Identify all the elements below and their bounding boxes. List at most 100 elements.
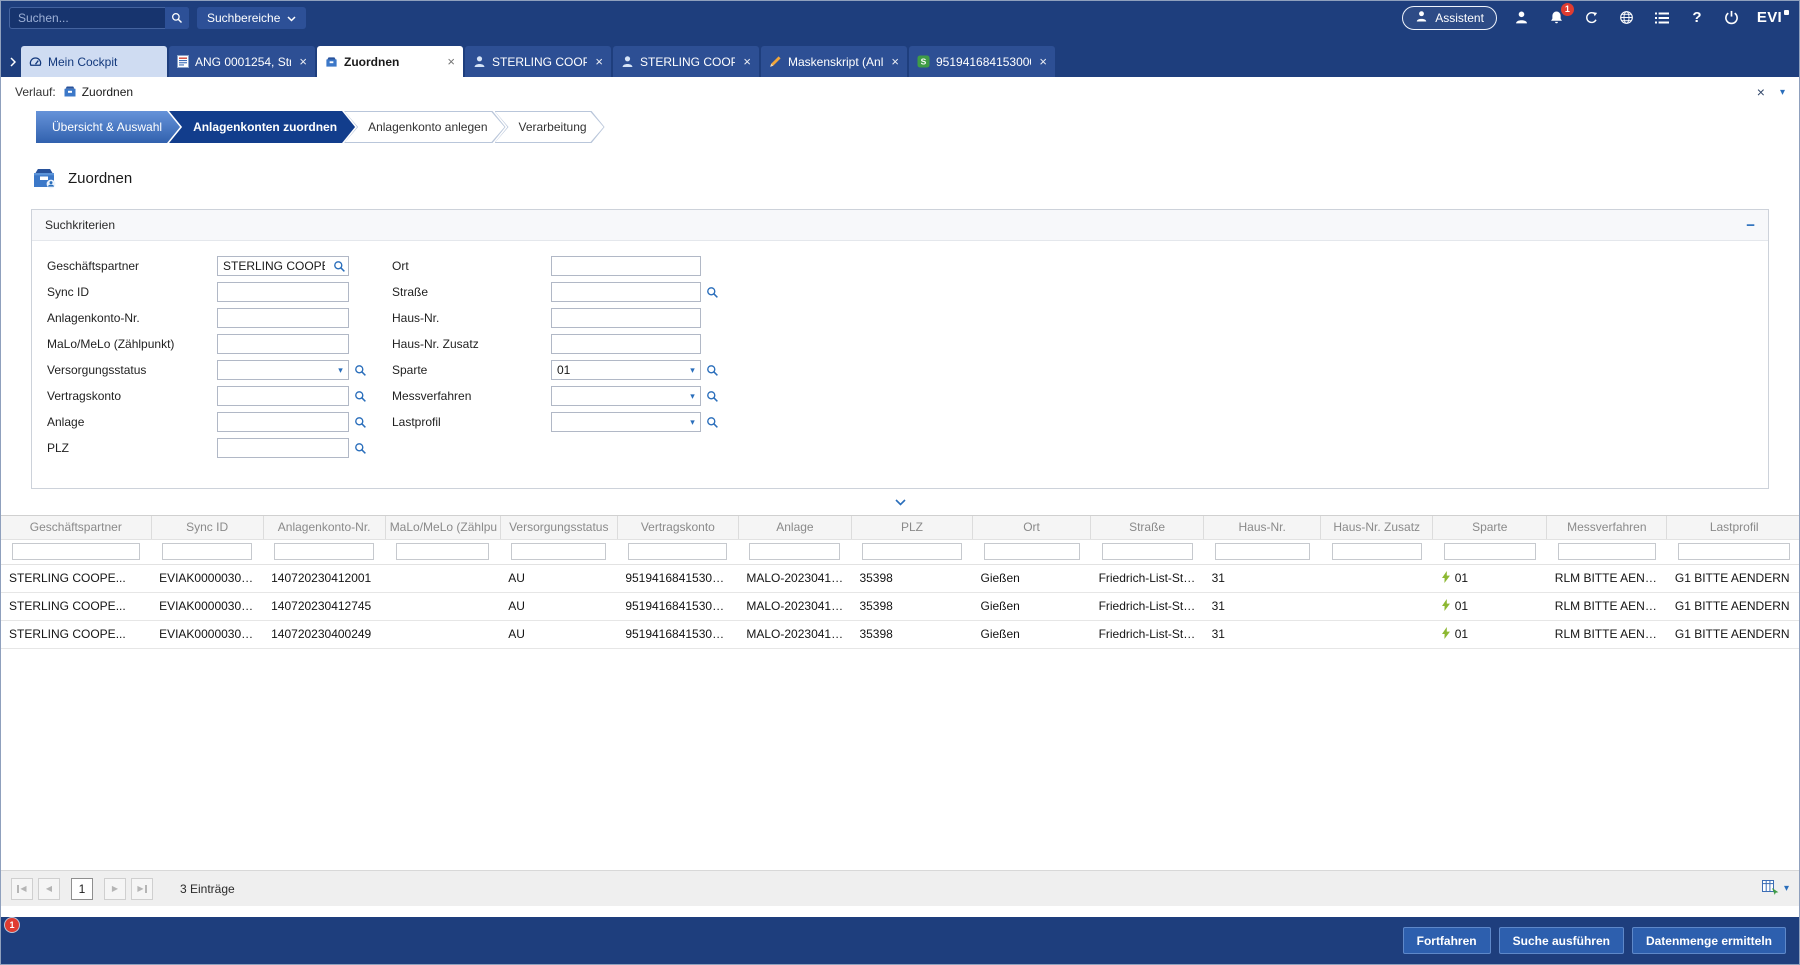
lookup-icon[interactable] (706, 390, 719, 403)
tab-mein-cockpit[interactable]: Mein Cockpit (21, 46, 167, 77)
tab-zuordnen[interactable]: Zuordnen× (317, 46, 463, 77)
column-filter-input[interactable] (1102, 543, 1193, 560)
notifications-icon[interactable]: 1 (1547, 8, 1567, 28)
redo-icon[interactable] (1582, 8, 1602, 28)
column-filter-input[interactable] (1678, 543, 1790, 560)
column-filter-input[interactable] (396, 543, 489, 560)
close-icon[interactable]: × (1037, 54, 1049, 69)
wizard-step-verarbeitung[interactable]: Verarbeitung (495, 111, 605, 143)
column-header[interactable]: Geschäftspartner (1, 516, 151, 539)
lookup-icon[interactable] (706, 286, 719, 299)
column-header[interactable]: Versorgungsstatus (500, 516, 617, 539)
stra-e-input[interactable] (552, 283, 700, 301)
column-header[interactable]: Vertragskonto (617, 516, 738, 539)
column-header[interactable]: Anlage (738, 516, 851, 539)
first-page-button[interactable]: ◀ (11, 878, 33, 900)
column-header[interactable]: Anlagenkonto-Nr. (263, 516, 385, 539)
close-icon[interactable]: × (297, 54, 309, 69)
continue-button[interactable]: Fortfahren (1403, 927, 1491, 954)
close-icon[interactable]: × (445, 54, 457, 69)
export-button[interactable]: ▾ (1762, 880, 1789, 898)
column-header[interactable]: MaLo/MeLo (Zählpu (385, 516, 500, 539)
column-filter-input[interactable] (511, 543, 606, 560)
sparte-input[interactable] (552, 361, 685, 379)
collapse-panel-button[interactable]: − (1746, 218, 1755, 233)
lookup-icon[interactable] (354, 416, 367, 429)
next-page-button[interactable]: ▶ (104, 878, 126, 900)
column-filter-input[interactable] (1558, 543, 1656, 560)
column-header[interactable]: PLZ (851, 516, 972, 539)
current-page-button[interactable]: 1 (71, 878, 93, 900)
tab-sterling-cooper-1[interactable]: STERLING COOPER G...× (465, 46, 611, 77)
history-item[interactable]: Zuordnen (63, 84, 133, 101)
column-header[interactable]: Straße (1091, 516, 1204, 539)
column-filter-input[interactable] (162, 543, 252, 560)
plz-input[interactable] (218, 439, 348, 457)
dropdown-arrow-icon[interactable]: ▾ (685, 413, 700, 431)
help-icon[interactable]: ? (1687, 8, 1707, 28)
wizard-step-anlagenkonten-zuordnen[interactable]: Anlagenkonten zuordnen (169, 111, 355, 143)
chevron-down-icon[interactable]: ▾ (1780, 87, 1785, 98)
column-header[interactable]: Sync ID (151, 516, 263, 539)
anlagenkonto-nr-input[interactable] (218, 309, 348, 327)
column-filter-input[interactable] (274, 543, 374, 560)
column-filter-input[interactable] (628, 543, 727, 560)
wizard-step-uebersicht-auswahl[interactable]: Übersicht & Auswahl (36, 111, 180, 143)
global-search-input[interactable] (9, 7, 189, 29)
column-filter-input[interactable] (1332, 543, 1422, 560)
tab-sterling-cooper-2[interactable]: STERLING COOPER G...× (613, 46, 759, 77)
dropdown-arrow-icon[interactable]: ▾ (333, 361, 348, 379)
column-header[interactable]: Messverfahren (1547, 516, 1667, 539)
last-page-button[interactable]: ▶ (131, 878, 153, 900)
list-icon[interactable] (1652, 8, 1672, 28)
wizard-step-anlagenkonto-anlegen[interactable]: Anlagenkonto anlegen (344, 111, 505, 143)
tab-ang-0001254[interactable]: ANG 0001254, Stroml...× (169, 46, 315, 77)
column-header[interactable]: Haus-Nr. Zusatz (1321, 516, 1433, 539)
close-icon[interactable]: × (1757, 84, 1765, 100)
close-icon[interactable]: × (741, 54, 753, 69)
power-icon[interactable] (1722, 8, 1742, 28)
dropdown-arrow-icon[interactable]: ▾ (685, 387, 700, 405)
close-icon[interactable]: × (889, 54, 901, 69)
column-filter-input[interactable] (984, 543, 1080, 560)
lookup-icon[interactable] (706, 416, 719, 429)
column-header[interactable]: Ort (973, 516, 1091, 539)
anlage-input[interactable] (218, 413, 348, 431)
collapse-criteria-chevron[interactable] (1, 489, 1799, 515)
lookup-icon[interactable] (354, 364, 367, 377)
search-areas-button[interactable]: Suchbereiche (197, 7, 306, 29)
run-search-button[interactable]: Suche ausführen (1499, 927, 1624, 954)
column-header[interactable]: Haus-Nr. (1204, 516, 1321, 539)
lookup-icon[interactable] (330, 260, 348, 273)
malo-melo-z-hlpunkt-input[interactable] (218, 335, 348, 353)
tab-scroll-left-icon[interactable] (5, 47, 21, 77)
haus-nr-input[interactable] (552, 309, 700, 327)
vertragskonto-input[interactable] (218, 387, 348, 405)
close-icon[interactable]: × (593, 54, 605, 69)
lookup-icon[interactable] (706, 364, 719, 377)
sync-id-input[interactable] (218, 283, 348, 301)
determine-dataset-button[interactable]: Datenmenge ermitteln (1632, 927, 1786, 954)
search-icon[interactable] (165, 7, 189, 29)
table-row[interactable]: STERLING COOPE...EVIAK000003069014072023… (1, 592, 1799, 620)
user-icon[interactable] (1512, 8, 1532, 28)
notification-corner-badge[interactable]: 1 (5, 918, 19, 932)
column-filter-input[interactable] (862, 543, 961, 560)
lookup-icon[interactable] (354, 442, 367, 455)
column-filter-input[interactable] (749, 543, 840, 560)
column-header[interactable]: Sparte (1433, 516, 1547, 539)
haus-nr-zusatz-input[interactable] (552, 335, 700, 353)
assistant-button[interactable]: Assistent (1402, 6, 1497, 30)
tab-vertragskonto-951941[interactable]: S951941684153000451,...× (909, 46, 1055, 77)
column-header[interactable]: Lastprofil (1667, 516, 1799, 539)
table-row[interactable]: STERLING COOPE...EVIAK000003068914072023… (1, 564, 1799, 592)
lookup-icon[interactable] (354, 390, 367, 403)
lastprofil-input[interactable] (552, 413, 685, 431)
table-row[interactable]: STERLING COOPE...EVIAK000003069114072023… (1, 620, 1799, 648)
tab-maskenskript[interactable]: Maskenskript (Anlag...× (761, 46, 907, 77)
gesch-ftspartner-input[interactable] (218, 257, 330, 275)
column-filter-input[interactable] (1444, 543, 1536, 560)
versorgungsstatus-input[interactable] (218, 361, 333, 379)
messverfahren-input[interactable] (552, 387, 685, 405)
column-filter-input[interactable] (1215, 543, 1310, 560)
